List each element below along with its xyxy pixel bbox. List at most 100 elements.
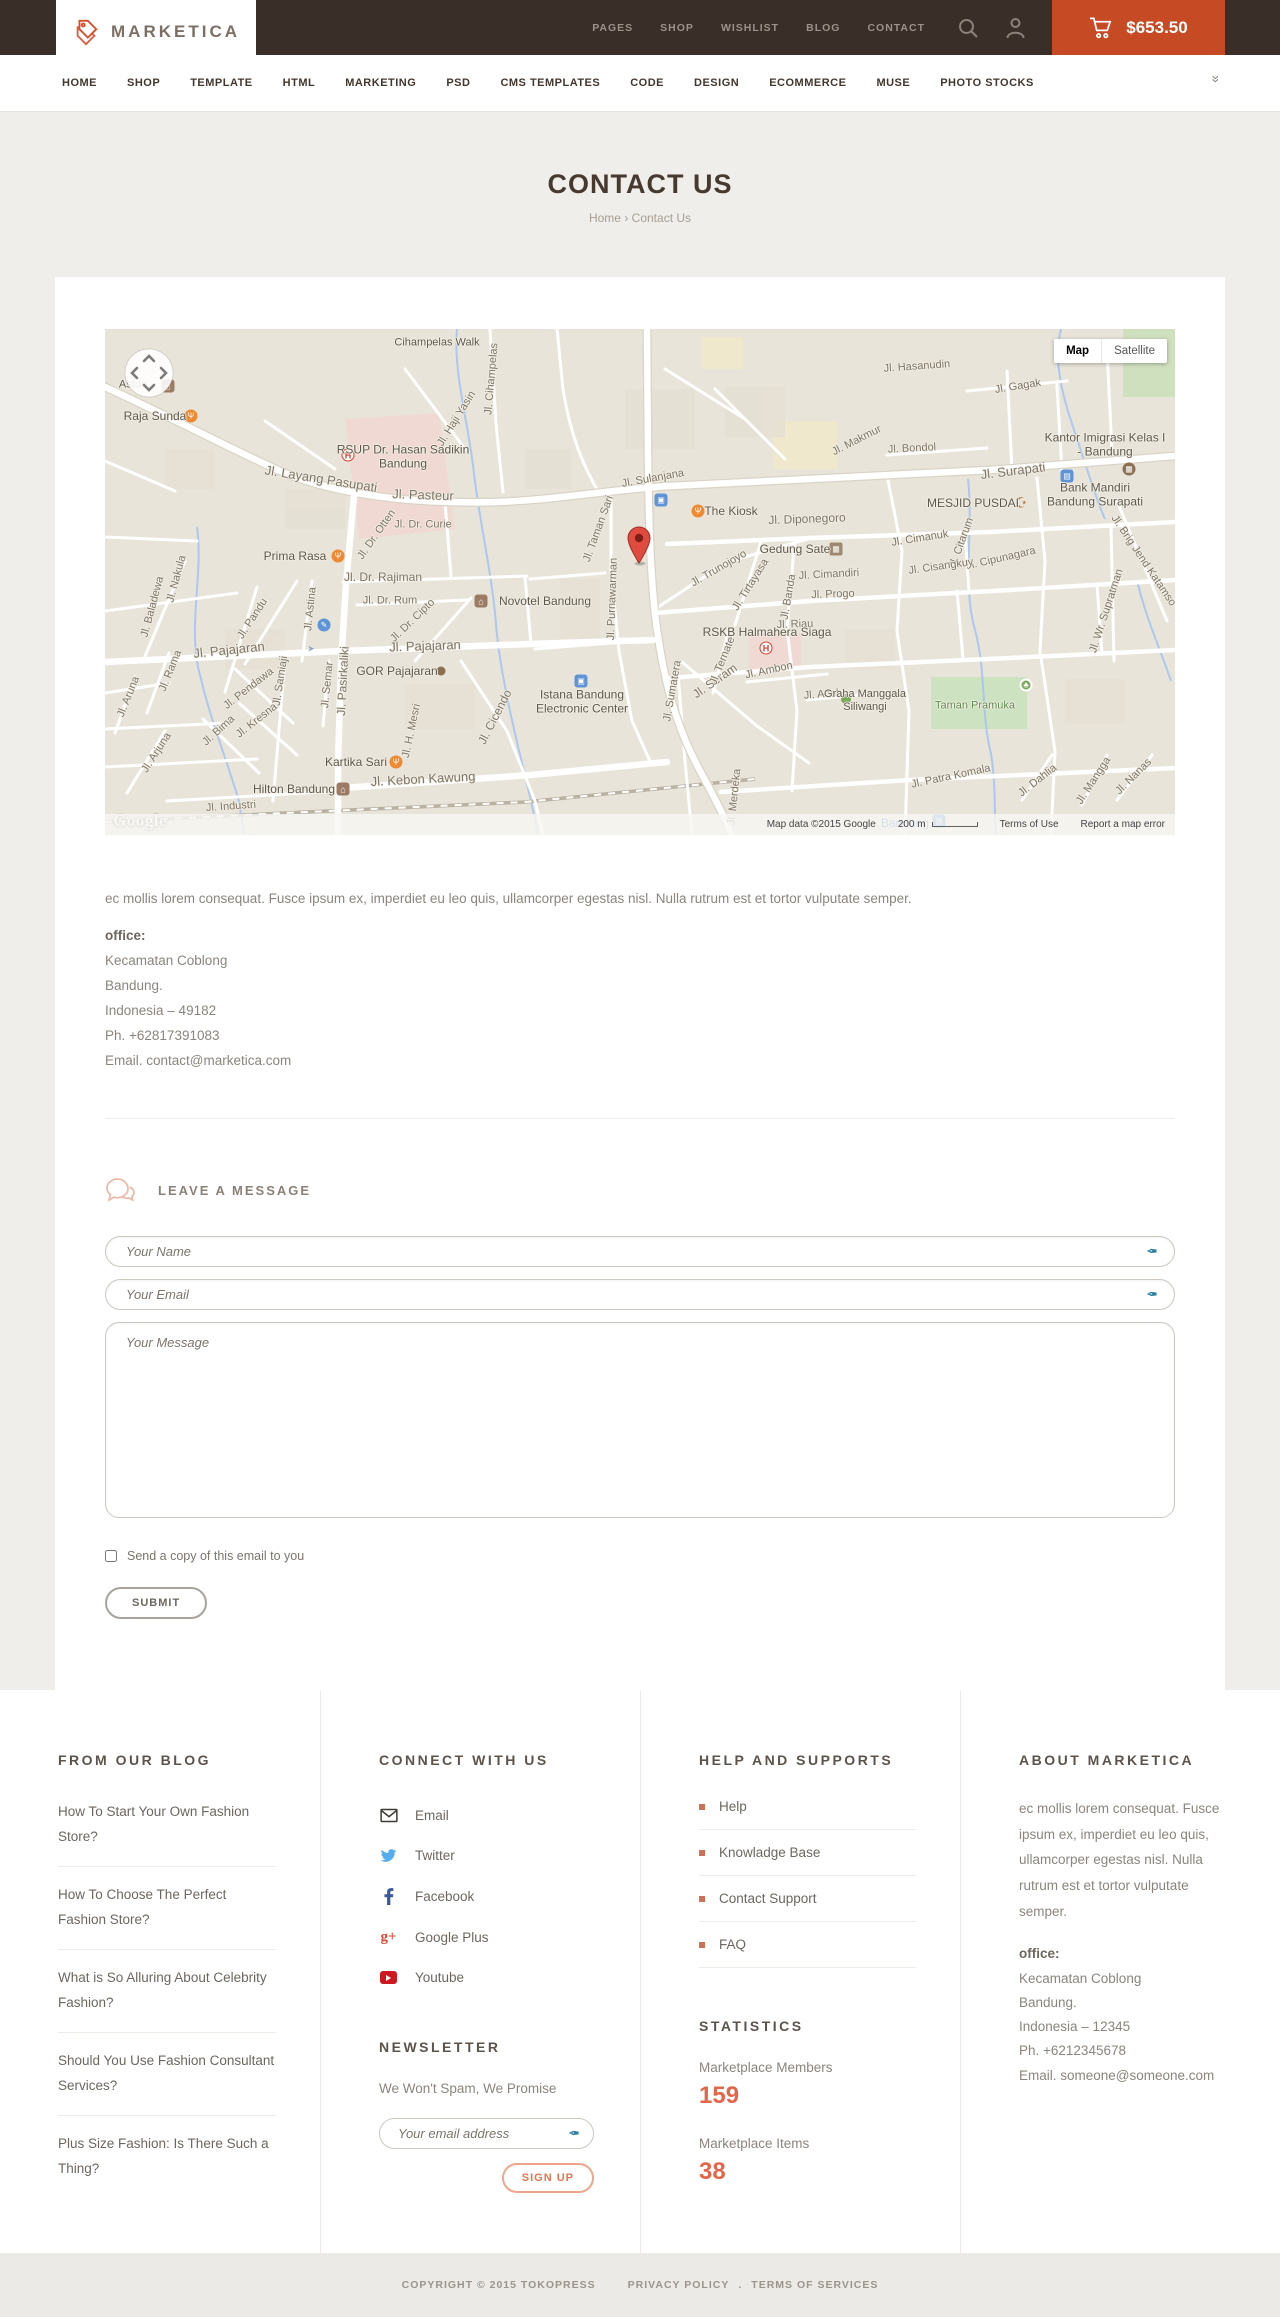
map-label: Bank Mandiri Bandung Surapati <box>1046 480 1144 509</box>
cart-total: $653.50 <box>1126 17 1188 37</box>
send-copy-row: Send a copy of this email to you <box>105 1549 1175 1563</box>
map-label: Kartika Sari <box>324 754 388 769</box>
main-nav-item[interactable]: ECOMMERCE <box>769 77 846 89</box>
send-copy-checkbox[interactable] <box>105 1549 117 1562</box>
square-bullet-icon <box>699 1895 705 1902</box>
map-pan-control[interactable] <box>123 347 175 399</box>
map-label: Jl. Diponegoro <box>768 510 846 528</box>
top-nav-item[interactable]: PAGES <box>592 22 633 34</box>
main-nav-item[interactable]: SHOP <box>127 77 160 89</box>
map-label: Taman Pramuka <box>934 699 1016 712</box>
food-poi-icon: Ψ <box>389 755 403 769</box>
map-marker-icon[interactable] <box>626 526 652 566</box>
main-nav-item[interactable]: CODE <box>630 77 664 89</box>
main-nav-item[interactable]: DESIGN <box>694 77 739 89</box>
terms-of-services-link[interactable]: TERMS OF SERVICES <box>751 2279 878 2291</box>
main-nav-item[interactable]: MUSE <box>876 77 910 89</box>
main-nav-item[interactable]: PSD <box>446 77 470 89</box>
office-address-line: Bandung. <box>105 977 163 993</box>
statistic-value: 159 <box>699 2082 740 2109</box>
top-bar: MARKETICA PAGES SHOP WISHLIST BLOG CONTACT <box>0 0 1280 63</box>
map-scale: 200 m <box>898 819 978 830</box>
report-map-error-link[interactable]: Report a map error <box>1081 819 1165 830</box>
cart-button[interactable]: $653.50 <box>1052 0 1225 55</box>
signup-button[interactable]: SIGN UP <box>501 2163 594 2193</box>
about-office-line: Indonesia – 12345 <box>1019 2019 1131 2035</box>
email-input[interactable] <box>105 1278 1175 1310</box>
footer-blog-heading: FROM OUR BLOG <box>58 1752 212 1768</box>
main-nav-item[interactable]: MARKETING <box>345 77 416 89</box>
museum-poi-icon: ▦ <box>1122 462 1136 476</box>
main-nav-item[interactable]: CMS TEMPLATES <box>500 77 600 89</box>
blog-link[interactable]: How To Choose The Perfect Fashion Store? <box>58 1867 276 1950</box>
blog-link[interactable]: How To Start Your Own Fashion Store? <box>58 1784 276 1867</box>
main-nav-item[interactable]: HOME <box>62 77 97 89</box>
social-link-googleplus[interactable]: g+ Google Plus <box>379 1917 596 1958</box>
office-label: office: <box>105 928 146 943</box>
social-link-youtube[interactable]: Youtube <box>379 1958 596 1997</box>
user-icon <box>1005 17 1026 39</box>
search-button[interactable] <box>957 17 979 39</box>
terms-of-use-link[interactable]: Terms of Use <box>1000 819 1059 830</box>
main-nav-item[interactable]: TEMPLATE <box>190 77 252 89</box>
blog-link[interactable]: What is So Alluring About Celebrity Fash… <box>58 1950 276 2033</box>
help-list: Help Knowladge Base Contact Support FAQ <box>699 1784 916 1968</box>
social-link-twitter[interactable]: Twitter <box>379 1835 596 1876</box>
map-type-map-button[interactable]: Map <box>1054 339 1102 363</box>
office-address-line: Ph. +62817391083 <box>105 1027 220 1043</box>
park-poi-icon: ♣ <box>1019 678 1033 692</box>
message-textarea[interactable] <box>105 1321 1175 1518</box>
contact-intro-text: ec mollis lorem consequat. Fusce ipsum e… <box>105 891 912 906</box>
name-input[interactable] <box>105 1235 1175 1267</box>
brand-name: MARKETICA <box>111 21 240 41</box>
statistic: Marketplace Items 38 <box>699 2136 916 2186</box>
top-nav-item[interactable]: BLOG <box>806 22 840 34</box>
youtube-icon <box>379 1971 398 1984</box>
office-address-block: office: Kecamatan Coblong Bandung. Indones… <box>105 924 1175 1074</box>
about-office-line: Bandung. <box>1019 1994 1077 2010</box>
statistic-label: Marketplace Members <box>699 2060 833 2075</box>
help-link[interactable]: FAQ <box>699 1922 916 1968</box>
about-text: ec mollis lorem consequat. Fusce ipsum e… <box>1019 1801 1220 1919</box>
main-nav-item[interactable]: HTML <box>283 77 316 89</box>
top-nav-item[interactable]: SHOP <box>660 22 694 34</box>
email-icon <box>379 1808 398 1823</box>
square-bullet-icon <box>699 1941 705 1948</box>
map-type-satellite-button[interactable]: Satellite <box>1101 339 1167 363</box>
about-office-line: Ph. +6212345678 <box>1019 2043 1126 2059</box>
hotel-poi-icon: ⌂ <box>474 594 488 608</box>
search-icon <box>957 17 979 39</box>
statistic-label: Marketplace Items <box>699 2136 810 2151</box>
breadcrumb-home[interactable]: Home <box>589 211 621 225</box>
google-map[interactable]: Cihampelas Walk Jl. Hasanudin Jl. Haji Yas… <box>105 329 1175 835</box>
social-link-facebook[interactable]: Facebook <box>379 1876 596 1917</box>
breadcrumb-current: Contact Us <box>631 211 692 225</box>
about-office-line: Email. someone@someone.com <box>1019 2067 1215 2083</box>
blog-link[interactable]: Plus Size Fashion: Is There Such a Thing… <box>58 2116 276 2198</box>
map-attribution: Map data ©2015 Google 200 m Terms of Use… <box>105 814 1175 835</box>
submit-button[interactable]: SUBMIT <box>105 1586 208 1619</box>
map-label: The Kiosk <box>704 503 758 518</box>
account-button[interactable] <box>1005 17 1026 39</box>
help-link[interactable]: Contact Support <box>699 1876 916 1922</box>
office-address-line: Indonesia – 49182 <box>105 1002 217 1018</box>
food-poi-icon: Ψ <box>691 504 705 518</box>
building-poi-icon: ▦ <box>829 542 843 556</box>
footer: FROM OUR BLOG How To Start Your Own Fash… <box>0 1690 1280 2253</box>
chevron-double-down-icon[interactable]: « <box>1206 75 1222 83</box>
privacy-policy-link[interactable]: PRIVACY POLICY <box>628 2279 730 2291</box>
top-nav-item[interactable]: WISHLIST <box>721 22 779 34</box>
map-label: Raja Sunda <box>123 408 187 423</box>
help-link[interactable]: Knowladge Base <box>699 1830 916 1876</box>
shop-poi-icon: ▣ <box>574 674 588 688</box>
social-link-email[interactable]: Email <box>379 1796 596 1835</box>
blog-link[interactable]: Should You Use Fashion Consultant Servic… <box>58 2033 276 2116</box>
main-nav-item[interactable]: PHOTO STOCKS <box>940 77 1034 89</box>
page-title: CONTACT US <box>547 169 733 199</box>
map-data-attribution: Map data ©2015 Google <box>766 819 876 830</box>
statistic: Marketplace Members 159 <box>699 2060 916 2110</box>
top-nav-item[interactable]: CONTACT <box>867 22 925 34</box>
help-link[interactable]: Help <box>699 1784 916 1830</box>
logo[interactable]: MARKETICA <box>56 0 256 63</box>
newsletter-email-input[interactable] <box>379 2118 594 2149</box>
